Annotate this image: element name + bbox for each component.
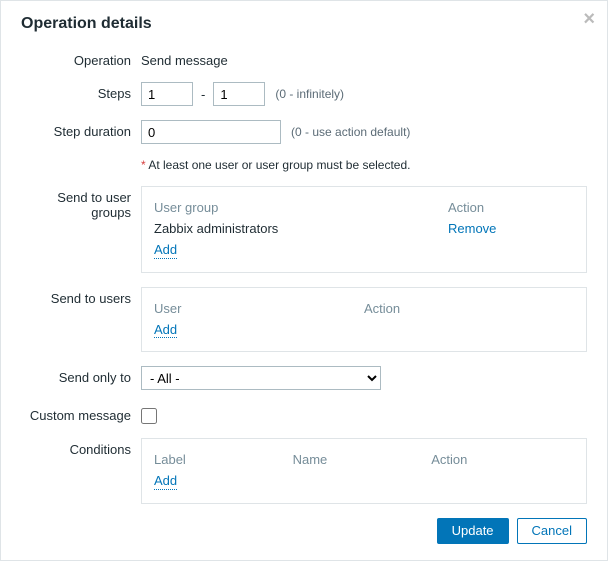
step-duration-row: Step duration (0 - use action default)	[21, 120, 587, 144]
action-col-header: Action	[364, 298, 574, 319]
steps-to-input[interactable]	[213, 82, 265, 106]
step-duration-hint: (0 - use action default)	[291, 125, 410, 139]
user-groups-box: User group Action Zabbix administrators …	[141, 186, 587, 273]
step-duration-input[interactable]	[141, 120, 281, 144]
close-icon[interactable]: ×	[583, 9, 595, 29]
conditions-row: Conditions Label Name Action Add	[21, 438, 587, 504]
table-row: Zabbix administrators Remove	[154, 218, 574, 239]
remove-user-group-link[interactable]: Remove	[448, 221, 496, 236]
users-table: User Action Add	[154, 298, 574, 342]
action-col-header: Action	[448, 197, 574, 218]
user-groups-row: Send to user groups User group Action Za…	[21, 186, 587, 273]
cancel-button[interactable]: Cancel	[517, 518, 587, 544]
users-label: Send to users	[21, 287, 141, 306]
label-col-header: Label	[154, 449, 293, 470]
modal-title: Operation details	[21, 15, 587, 33]
user-group-name: Zabbix administrators	[154, 218, 448, 239]
send-only-to-label: Send only to	[21, 366, 141, 385]
required-note-row: * At least one user or user group must b…	[21, 158, 587, 172]
add-user-link[interactable]: Add	[154, 322, 177, 339]
custom-message-row: Custom message	[21, 404, 587, 424]
user-groups-table: User group Action Zabbix administrators …	[154, 197, 574, 262]
table-add-row: Add	[154, 239, 574, 262]
table-header-row: User Action	[154, 298, 574, 319]
conditions-label: Conditions	[21, 438, 141, 457]
steps-hint: (0 - infinitely)	[275, 87, 344, 101]
step-duration-label: Step duration	[21, 120, 141, 139]
name-col-header: Name	[293, 449, 432, 470]
user-group-col-header: User group	[154, 197, 448, 218]
operation-details-modal: × Operation details Operation Send messa…	[0, 0, 608, 561]
steps-label: Steps	[21, 82, 141, 101]
required-note: * At least one user or user group must b…	[141, 158, 411, 172]
custom-message-checkbox[interactable]	[141, 408, 157, 424]
operation-label: Operation	[21, 49, 141, 68]
action-col-header: Action	[431, 449, 574, 470]
conditions-box: Label Name Action Add	[141, 438, 587, 504]
modal-footer: Update Cancel	[21, 518, 587, 544]
table-header-row: User group Action	[154, 197, 574, 218]
table-add-row: Add	[154, 470, 574, 493]
steps-from-input[interactable]	[141, 82, 193, 106]
user-groups-label: Send to user groups	[21, 186, 141, 220]
table-header-row: Label Name Action	[154, 449, 574, 470]
send-only-to-row: Send only to - All -	[21, 366, 587, 390]
send-only-to-select[interactable]: - All -	[141, 366, 381, 390]
operation-value: Send message	[141, 49, 228, 68]
users-row: Send to users User Action Add	[21, 287, 587, 353]
table-add-row: Add	[154, 319, 574, 342]
steps-separator: -	[199, 87, 207, 102]
custom-message-label: Custom message	[21, 404, 141, 423]
user-col-header: User	[154, 298, 364, 319]
operation-row: Operation Send message	[21, 49, 587, 68]
add-user-group-link[interactable]: Add	[154, 242, 177, 259]
users-box: User Action Add	[141, 287, 587, 353]
steps-row: Steps - (0 - infinitely)	[21, 82, 587, 106]
conditions-table: Label Name Action Add	[154, 449, 574, 493]
add-condition-link[interactable]: Add	[154, 473, 177, 490]
update-button[interactable]: Update	[437, 518, 509, 544]
